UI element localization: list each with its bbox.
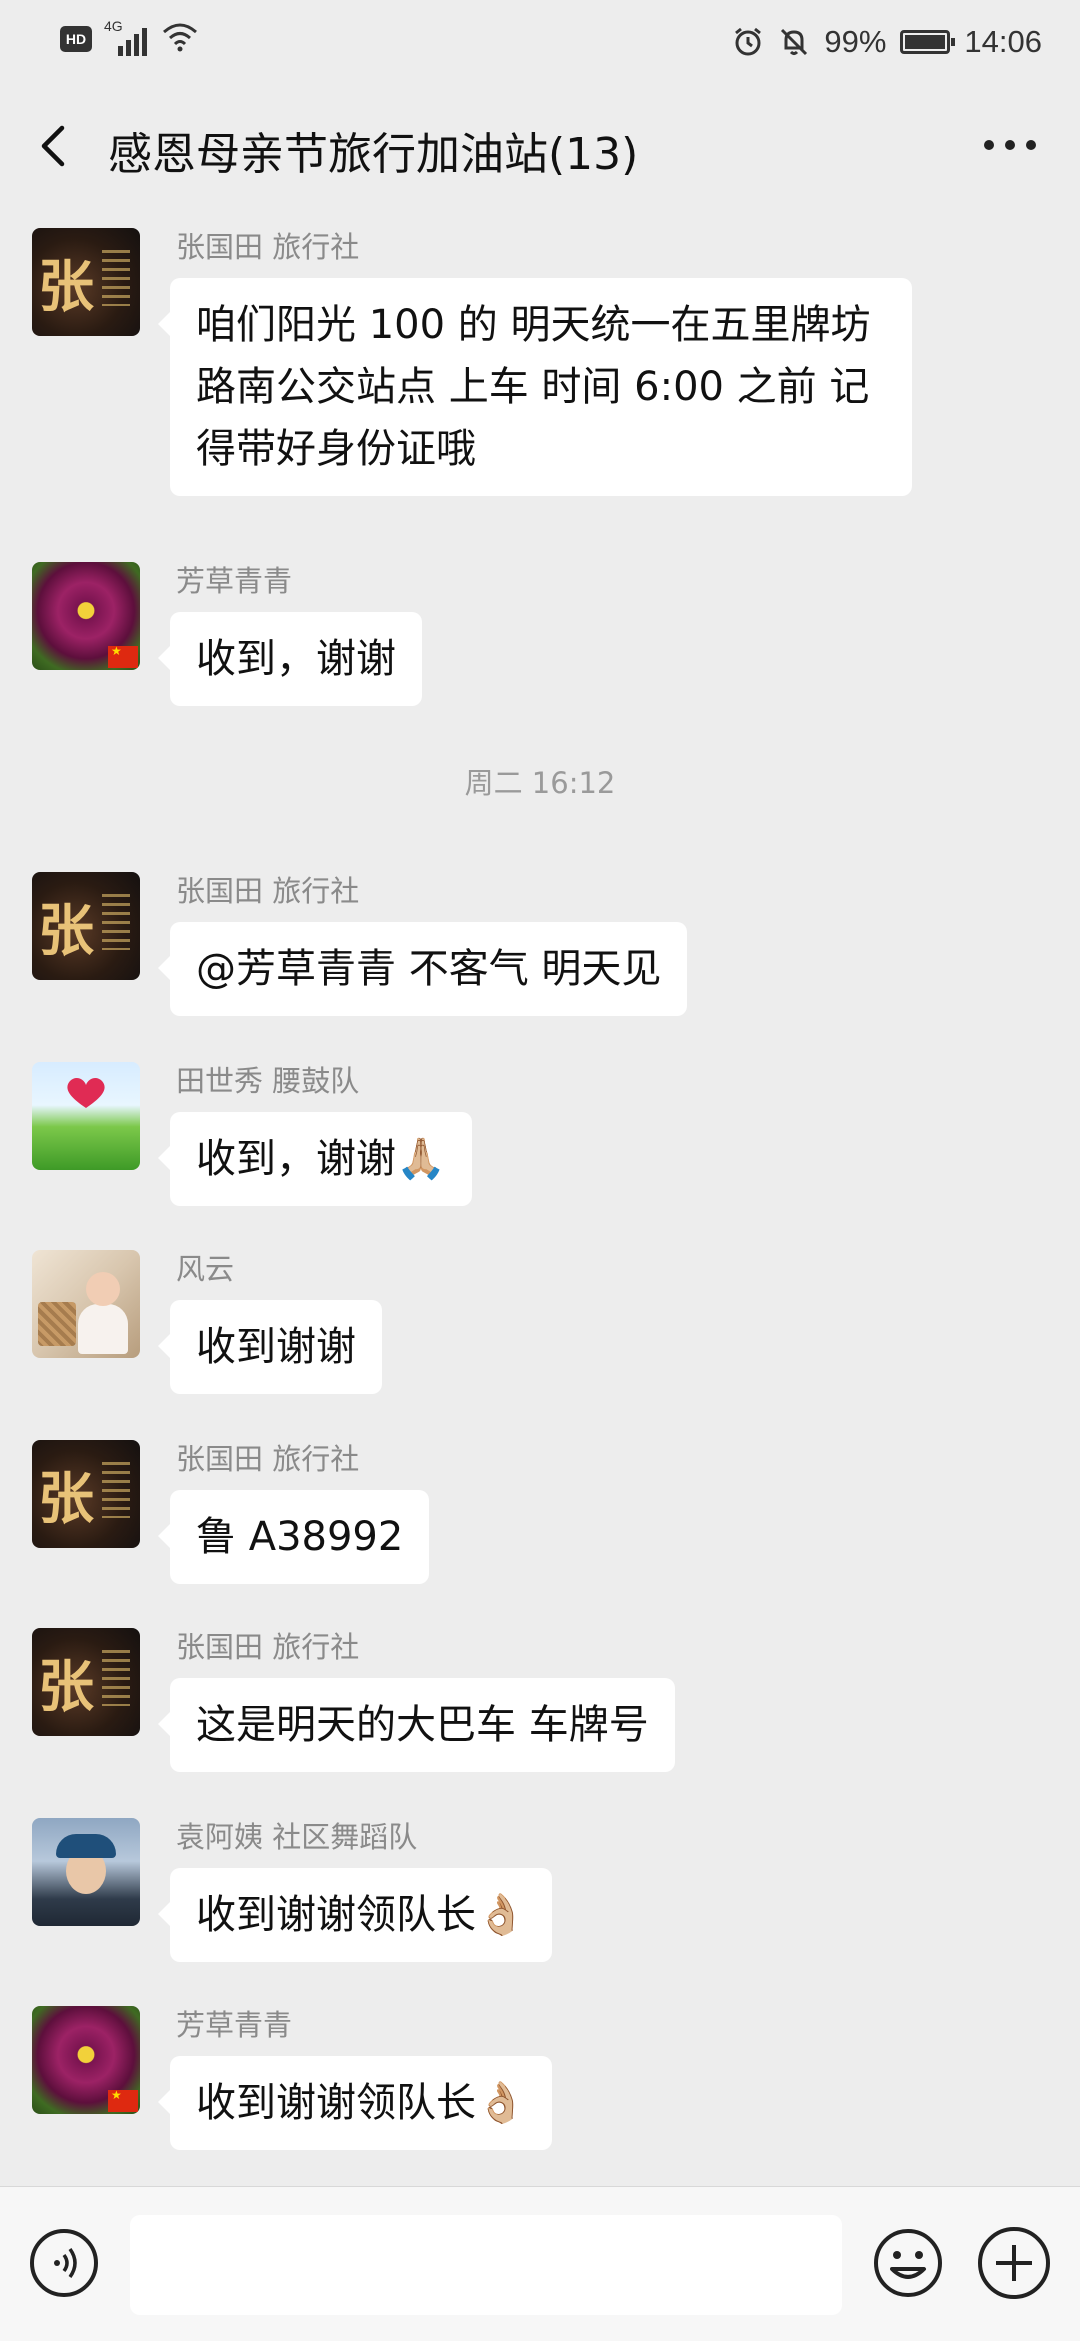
battery-icon [900, 30, 956, 54]
message-bubble[interactable]: 收到谢谢 [158, 1300, 382, 1394]
avatar[interactable] [32, 1818, 140, 1926]
avatar[interactable]: 张 [32, 228, 140, 336]
message-input[interactable] [130, 2215, 842, 2315]
sender-name: 风云 [176, 1252, 235, 1286]
sender-name: 张国田 旅行社 [176, 230, 360, 264]
signal-icon [118, 24, 152, 56]
sender-name: 张国田 旅行社 [176, 1630, 360, 1664]
avatar[interactable] [32, 1062, 140, 1170]
battery-percent: 99% [824, 24, 887, 59]
clock: 14:06 [964, 24, 1042, 59]
message-bubble[interactable]: @芳草青青 不客气 明天见 [157, 922, 688, 1016]
back-arrow-icon[interactable] [30, 116, 78, 176]
message-bubble[interactable]: 咱们阳光 100 的 明天统一在五里牌坊路南公交站点 上车 时间 6:00 之前… [158, 278, 912, 496]
avatar[interactable] [32, 2006, 140, 2114]
chat-title: 感恩母亲节旅行加油站(13) [108, 129, 639, 180]
sender-name: 张国田 旅行社 [176, 1442, 360, 1476]
mute-icon [781, 28, 808, 56]
message-bubble[interactable]: 收到谢谢领队长👌🏼 [158, 2056, 552, 2150]
message-bubble[interactable]: 鲁 A38992 [157, 1490, 430, 1584]
avatar[interactable] [32, 562, 140, 670]
sender-name: 田世秀 腰鼓队 [176, 1064, 360, 1098]
timestamp: 周二 16:12 [464, 766, 616, 800]
avatar[interactable]: 张 [32, 1628, 140, 1736]
message-bubble[interactable]: 收到，谢谢 [158, 612, 422, 706]
alarm-icon [735, 27, 762, 56]
voice-icon[interactable] [30, 2229, 98, 2297]
avatar[interactable] [32, 1250, 140, 1358]
hd-badge: HD [60, 26, 92, 52]
plus-icon[interactable] [978, 2227, 1050, 2299]
sender-name: 芳草青青 [176, 564, 293, 598]
emoji-icon[interactable] [872, 2227, 944, 2299]
avatar[interactable]: 张 [32, 1440, 140, 1548]
message-bubble[interactable]: 这是明天的大巴车 车牌号 [158, 1678, 675, 1772]
avatar[interactable]: 张 [32, 872, 140, 980]
wifi-icon [163, 23, 197, 52]
chat-header: 感恩母亲节旅行加油站(13) [0, 84, 1080, 208]
sender-name: 张国田 旅行社 [176, 874, 360, 908]
sender-name: 袁阿姨 社区舞蹈队 [176, 1820, 418, 1854]
china-flag-icon [108, 644, 138, 668]
message-bubble[interactable]: 收到谢谢领队长👌🏼 [158, 1868, 552, 1962]
sender-name: 芳草青青 [176, 2008, 293, 2042]
status-bar: HD 4G 99% 14:06 [0, 0, 1080, 84]
input-bar [0, 2186, 1080, 2341]
more-icon[interactable] [984, 140, 1036, 154]
message-bubble[interactable]: 收到，谢谢🙏🏼 [158, 1112, 472, 1206]
china-flag-icon [108, 2088, 138, 2112]
